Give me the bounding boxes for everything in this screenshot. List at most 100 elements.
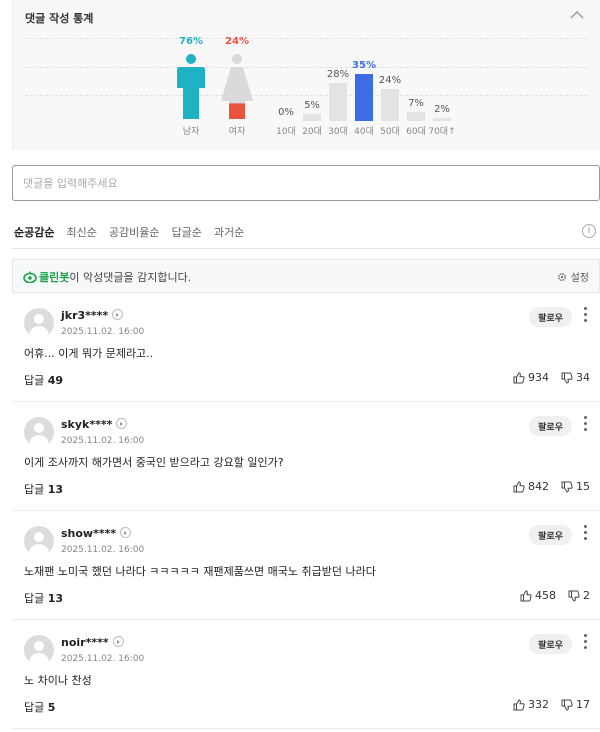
gender-female: 24%	[217, 36, 257, 122]
comment-text: 노 차이나 찬성	[24, 674, 92, 687]
age-percent: 28%	[326, 69, 350, 81]
like-count: 934	[528, 371, 549, 384]
gender-male: 76%	[171, 36, 211, 122]
comment-item: skyk**** 2025.11.02. 16:00 팔로우 이게 조사까지 해…	[12, 402, 600, 511]
comment-stats-panel: 댓글 작성 통계 76% 남자 24% 여자 0% 10대 5% 20대 28%…	[12, 0, 600, 150]
reply-count: 5	[47, 701, 56, 714]
comment-text: 어휴... 이게 뭐가 문제라고..	[24, 347, 154, 360]
profile-arrow-icon[interactable]	[112, 309, 124, 320]
more-options-icon[interactable]	[584, 307, 588, 323]
profile-arrow-icon[interactable]	[112, 636, 124, 647]
cleanbot-message: 이 악성댓글을 감지합니다.	[69, 271, 192, 284]
dislike-button[interactable]: 34	[561, 371, 590, 384]
comment-author[interactable]: noir****	[61, 636, 109, 649]
reply-button[interactable]: 답글 49	[24, 372, 63, 388]
tab-sort-latest[interactable]: 최신순	[66, 224, 96, 240]
cleanbot-brand[interactable]: 클린봇	[39, 271, 69, 284]
thumbs-down-icon	[561, 481, 573, 493]
age-bar	[303, 114, 321, 121]
comment-time: 2025.11.02. 16:00	[61, 654, 145, 664]
avatar[interactable]	[24, 526, 54, 556]
male-percent: 76%	[179, 36, 203, 47]
profile-arrow-icon[interactable]	[120, 527, 132, 538]
tab-sort-oldest[interactable]: 과거순	[214, 224, 244, 240]
avatar[interactable]	[24, 308, 54, 338]
follow-button[interactable]: 팔로우	[529, 416, 572, 436]
more-options-icon[interactable]	[584, 525, 588, 541]
more-options-icon[interactable]	[584, 634, 588, 650]
reply-label: 답글	[24, 701, 45, 714]
female-label: 여자	[228, 127, 246, 137]
info-icon[interactable]: i	[582, 224, 596, 238]
dislike-count: 2	[583, 589, 590, 602]
dislike-button[interactable]: 2	[568, 589, 590, 602]
profile-arrow-icon[interactable]	[116, 418, 128, 429]
thumbs-down-icon	[561, 372, 573, 384]
age-percent: 24%	[378, 74, 402, 86]
male-figure-icon	[177, 54, 205, 119]
thumbs-up-icon	[513, 698, 525, 710]
settings-label: 설정	[570, 273, 589, 284]
reply-label: 답글	[24, 483, 45, 496]
age-percent: 2%	[434, 104, 450, 116]
like-count: 842	[528, 480, 549, 493]
comment-text: 노재팬 노미국 했던 나라다 ㅋㅋㅋㅋㅋ 재팬제품쓰면 매국노 취급받던 나라다	[24, 565, 376, 578]
grid-line	[25, 95, 588, 96]
age-bar	[329, 83, 347, 121]
cleanbot-notice: 클린봇이 악성댓글을 감지합니다. 설정	[12, 259, 600, 293]
like-button[interactable]: 842	[513, 480, 549, 493]
female-figure-icon	[221, 54, 253, 119]
thumbs-down-icon	[568, 590, 580, 602]
like-count: 332	[528, 698, 549, 711]
follow-button[interactable]: 팔로우	[529, 525, 572, 545]
like-button[interactable]: 458	[520, 589, 556, 602]
thumbs-up-icon	[520, 589, 532, 601]
reply-count: 49	[47, 374, 64, 387]
stats-title: 댓글 작성 통계	[25, 12, 94, 25]
thumbs-down-icon	[561, 699, 573, 711]
gear-icon	[558, 272, 567, 282]
age-percent: 35%	[352, 59, 376, 71]
comment-author[interactable]: show****	[61, 527, 116, 540]
reply-button[interactable]: 답글 13	[24, 481, 63, 497]
reply-count: 13	[47, 592, 64, 605]
age-label: 70대↑	[428, 127, 456, 137]
thumbs-up-icon	[513, 480, 525, 492]
age-bar	[381, 88, 399, 121]
female-percent: 24%	[225, 36, 249, 47]
more-options-icon[interactable]	[584, 416, 588, 432]
dislike-button[interactable]: 17	[561, 698, 590, 711]
tab-sort-like-ratio[interactable]: 공감비율순	[109, 224, 160, 240]
age-bar	[355, 73, 373, 121]
tab-sort-replies[interactable]: 답글순	[171, 224, 201, 240]
reply-button[interactable]: 답글 5	[24, 699, 55, 715]
dislike-button[interactable]: 15	[561, 480, 590, 493]
comment-item: noir**** 2025.11.02. 16:00 팔로우 노 차이나 찬성 …	[12, 620, 600, 729]
reply-button[interactable]: 답글 13	[24, 590, 63, 606]
like-button[interactable]: 934	[513, 371, 549, 384]
grid-line	[25, 38, 588, 39]
reply-label: 답글	[24, 592, 45, 605]
follow-button[interactable]: 팔로우	[529, 307, 572, 327]
comment-input[interactable]	[12, 165, 600, 201]
settings-button[interactable]: 설정	[557, 269, 589, 284]
grid-line	[25, 67, 588, 68]
comment-item: show**** 2025.11.02. 16:00 팔로우 노재팬 노미국 했…	[12, 511, 600, 620]
sort-tabs: 순공감순 최신순 공감비율순 답글순 과거순	[14, 224, 244, 240]
thumbs-up-icon	[513, 371, 525, 383]
comment-author[interactable]: jkr3****	[61, 309, 108, 322]
follow-button[interactable]: 팔로우	[529, 634, 572, 654]
comment-author[interactable]: skyk****	[61, 418, 112, 431]
chevron-up-icon[interactable]	[570, 10, 584, 20]
like-button[interactable]: 332	[513, 698, 549, 711]
age-percent: 5%	[304, 100, 320, 112]
reply-label: 답글	[24, 374, 45, 387]
tab-sort-likes[interactable]: 순공감순	[14, 224, 54, 240]
dislike-count: 15	[576, 480, 590, 493]
like-count: 458	[535, 589, 556, 602]
avatar[interactable]	[24, 635, 54, 665]
avatar[interactable]	[24, 417, 54, 447]
divider	[12, 248, 600, 249]
age-bar	[433, 118, 451, 121]
comment-text: 이게 조사까지 해가면서 중국인 받으라고 강요할 일인가?	[24, 456, 284, 469]
